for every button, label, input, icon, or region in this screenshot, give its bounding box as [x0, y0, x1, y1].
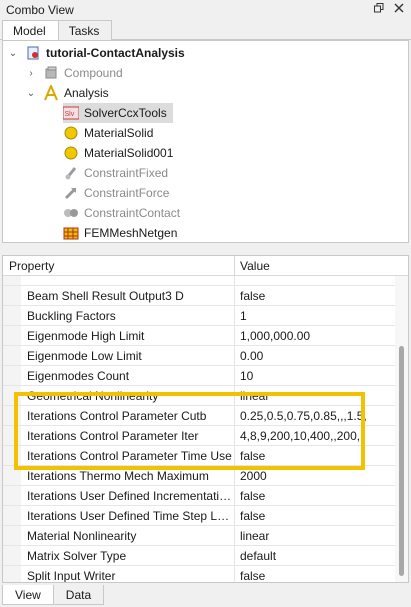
tree-item-material-solid001[interactable]: MaterialSolid001 — [63, 143, 173, 163]
property-row[interactable]: Iterations User Defined Incrementations … — [3, 486, 395, 506]
tree-item-constraint-fixed[interactable]: ConstraintFixed — [63, 163, 168, 183]
property-name: Iterations Control Parameter Time Use — [3, 446, 235, 465]
property-row[interactable]: Iterations Thermo Mech Maximum 2000 — [3, 466, 395, 486]
panel-splitter[interactable] — [0, 243, 411, 255]
tree-item-analysis[interactable]: ⌄ Analysis — [25, 83, 109, 103]
close-icon[interactable] — [393, 3, 405, 17]
bottom-tab-bar: View Data — [0, 585, 411, 607]
model-tree: ⌄ tutorial-ContactAnalysis › Compound ⌄ … — [2, 40, 409, 243]
property-column-header[interactable]: Property — [3, 256, 235, 275]
tree-item-label: MaterialSolid001 — [84, 146, 174, 160]
tree-item-label: FEMMeshNetgen — [84, 226, 178, 240]
title-bar: Combo View — [0, 0, 411, 20]
property-name: Eigenmode Low Limit — [3, 346, 235, 365]
tree-item-label: ConstraintForce — [84, 186, 170, 200]
chevron-down-icon[interactable]: ⌄ — [7, 48, 19, 59]
tree-item-solver[interactable]: Slv SolverCcxTools — [63, 103, 173, 123]
solver-icon: Slv — [63, 105, 79, 121]
tree-item-compound[interactable]: › Compound — [25, 63, 123, 83]
property-header: Property Value — [3, 256, 408, 276]
property-value[interactable]: false — [235, 566, 395, 582]
tree-item-label: Compound — [64, 66, 123, 80]
property-value[interactable]: linear — [235, 526, 395, 545]
property-row[interactable]: Beam Shell Result Output3 D false — [3, 286, 395, 306]
property-name: Eigenmodes Count — [3, 366, 235, 385]
property-row[interactable]: Iterations Control Parameter Iter 4,8,9,… — [3, 426, 395, 446]
property-row[interactable]: Split Input Writer false — [3, 566, 395, 582]
property-value[interactable]: 1 — [235, 306, 395, 325]
vertical-scrollbar[interactable] — [395, 276, 408, 582]
window-title: Combo View — [6, 3, 74, 17]
tree-item-label: Analysis — [64, 86, 109, 100]
property-row[interactable]: Material Nonlinearity linear — [3, 526, 395, 546]
property-row[interactable]: Matrix Solver Type default — [3, 546, 395, 566]
property-value[interactable]: 0.00 — [235, 346, 395, 365]
property-row[interactable]: Iterations User Defined Time Step Length… — [3, 506, 395, 526]
property-name: Buckling Factors — [3, 306, 235, 325]
constraint-contact-icon — [63, 205, 79, 221]
tree-item-constraint-force[interactable]: ConstraintForce — [63, 183, 169, 203]
property-editor: Property Value Beam Shell Result Output3… — [2, 255, 409, 583]
property-name: Iterations Thermo Mech Maximum — [3, 466, 235, 485]
tree-item-label: ConstraintFixed — [84, 166, 169, 180]
material-icon — [63, 145, 79, 161]
property-value[interactable]: false — [235, 446, 395, 465]
tree-item-label: MaterialSolid — [84, 126, 154, 140]
property-row[interactable]: Iterations Control Parameter Time Use fa… — [3, 446, 395, 466]
property-row[interactable]: Eigenmode Low Limit 0.00 — [3, 346, 395, 366]
svg-text:Slv: Slv — [65, 111, 75, 118]
tree-root[interactable]: ⌄ tutorial-ContactAnalysis — [7, 43, 185, 63]
fem-mesh-icon — [63, 225, 79, 241]
analysis-icon — [43, 85, 59, 101]
tab-data[interactable]: Data — [52, 585, 105, 605]
document-icon — [25, 45, 41, 61]
property-name: Eigenmode High Limit — [3, 326, 235, 345]
property-value[interactable]: 2000 — [235, 466, 395, 485]
tree-item-label: SolverCcxTools — [84, 106, 167, 120]
property-value[interactable]: 1,000,000.00 — [235, 326, 395, 345]
value-column-header[interactable]: Value — [235, 256, 270, 275]
property-value[interactable]: 4,8,9,200,10,400,,200,, — [235, 426, 395, 445]
property-name: Iterations Control Parameter Cutb — [3, 406, 235, 425]
property-name: Split Input Writer — [3, 566, 235, 582]
scrollbar-thumb[interactable] — [399, 346, 404, 576]
tree-item-fem-mesh[interactable]: FEMMeshNetgen — [63, 223, 178, 242]
float-icon[interactable] — [373, 3, 385, 17]
tab-view[interactable]: View — [2, 585, 54, 605]
property-value[interactable]: 0.25,0.5,0.75,0.85,,,1.5, — [235, 406, 395, 425]
property-row[interactable]: Eigenmodes Count 10 — [3, 366, 395, 386]
property-row[interactable]: Geometrical Nonlinearity linear — [3, 386, 395, 406]
property-row-cut-off — [3, 276, 395, 286]
tree-item-constraint-contact[interactable]: ConstraintContact — [63, 203, 180, 223]
property-rows: Beam Shell Result Output3 D false Buckli… — [3, 276, 395, 582]
compound-icon — [43, 65, 59, 81]
constraint-force-icon — [63, 185, 79, 201]
property-row[interactable]: Eigenmode High Limit 1,000,000.00 — [3, 326, 395, 346]
property-name: Iterations User Defined Incrementations — [3, 486, 235, 505]
property-value[interactable]: linear — [235, 386, 395, 405]
property-name: Iterations Control Parameter Iter — [3, 426, 235, 445]
constraint-fixed-icon — [63, 165, 79, 181]
property-name: Geometrical Nonlinearity — [3, 386, 235, 405]
property-name: Matrix Solver Type — [3, 546, 235, 565]
tab-tasks[interactable]: Tasks — [57, 20, 113, 40]
material-icon — [63, 125, 79, 141]
property-value[interactable]: false — [235, 506, 395, 525]
property-value[interactable]: false — [235, 286, 395, 305]
property-name: Beam Shell Result Output3 D — [3, 286, 235, 305]
tab-model[interactable]: Model — [2, 20, 59, 41]
property-value[interactable]: false — [235, 486, 395, 505]
tree-item-material-solid[interactable]: MaterialSolid — [63, 123, 153, 143]
property-name: Iterations User Defined Time Step Length — [3, 506, 235, 525]
top-tab-bar: Model Tasks — [0, 20, 411, 41]
tree-root-label: tutorial-ContactAnalysis — [46, 46, 185, 60]
property-value[interactable]: 10 — [235, 366, 395, 385]
property-name: Material Nonlinearity — [3, 526, 235, 545]
chevron-down-icon[interactable]: ⌄ — [25, 88, 37, 99]
property-row[interactable]: Iterations Control Parameter Cutb 0.25,0… — [3, 406, 395, 426]
chevron-right-icon[interactable]: › — [25, 68, 37, 79]
tree-item-label: ConstraintContact — [84, 206, 181, 220]
property-row[interactable]: Buckling Factors 1 — [3, 306, 395, 326]
property-value[interactable]: default — [235, 546, 395, 565]
